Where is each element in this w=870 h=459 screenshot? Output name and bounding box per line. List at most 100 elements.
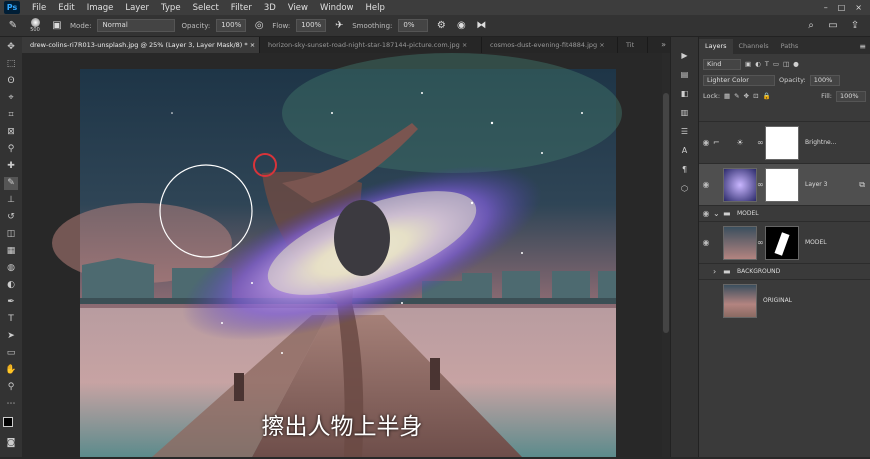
layer-row[interactable]: ORIGINAL (699, 279, 870, 321)
visibility-eye-icon[interactable]: ◉ (699, 238, 713, 247)
crop-tool-icon[interactable]: ⌗ (4, 109, 18, 122)
move-tool-icon[interactable]: ✥ (4, 41, 18, 54)
marquee-tool-icon[interactable]: ⬚ (4, 58, 18, 71)
quick-mask-icon[interactable]: ◙ (4, 437, 18, 450)
menu-filter[interactable]: Filter (225, 3, 258, 13)
brush-settings-icon[interactable]: ▣ (50, 19, 64, 33)
dodge-tool-icon[interactable]: ◐ (4, 279, 18, 292)
pen-tool-icon[interactable]: ✒ (4, 296, 18, 309)
filter-toggle-icon[interactable]: ● (793, 60, 799, 68)
adjustment-filter-icon[interactable]: ◐ (755, 60, 761, 68)
menu-select[interactable]: Select (187, 3, 225, 13)
properties-icon[interactable]: ☰ (681, 127, 688, 136)
opacity-field[interactable]: 100% (216, 19, 247, 32)
menu-3d[interactable]: 3D (258, 3, 282, 13)
symmetry-icon[interactable]: ⧓ (474, 19, 488, 33)
play-icon[interactable]: ▶ (681, 51, 687, 60)
lasso-tool-icon[interactable]: ʘ (4, 75, 18, 88)
eraser-tool-icon[interactable]: ◫ (4, 228, 18, 241)
layer-thumbnail[interactable] (723, 225, 757, 260)
eyedropper-tool-icon[interactable]: ⚲ (4, 143, 18, 156)
path-select-tool-icon[interactable]: ➤ (4, 330, 18, 343)
mask-thumbnail[interactable] (765, 125, 799, 160)
paragraph-icon[interactable]: ¶ (682, 165, 687, 174)
shape-filter-icon[interactable]: ▭ (773, 60, 779, 68)
pressure-opacity-icon[interactable]: ◎ (252, 19, 266, 33)
history-icon[interactable]: ▤ (681, 70, 689, 79)
layer-row[interactable]: ◉ ∞ MODEL (699, 221, 870, 263)
lock-move-icon[interactable]: ✥ (744, 92, 749, 100)
foreground-color-swatch[interactable] (3, 417, 13, 427)
group-row[interactable]: ◉ ⌄ ▬ MODEL (699, 205, 870, 221)
frame-tool-icon[interactable]: ⊠ (4, 126, 18, 139)
tab-cosmos-dust[interactable]: cosmos-dust-evening-fit4884.jpg × (482, 37, 618, 53)
tab-layers[interactable]: Layers (699, 39, 733, 54)
close-icon[interactable]: × (250, 41, 255, 49)
group-row[interactable]: › ▬ BACKGROUND (699, 263, 870, 279)
scrollbar-thumb[interactable] (663, 93, 669, 333)
layer-thumbnail[interactable] (723, 283, 757, 318)
brush-tool-icon[interactable]: ✎ (4, 177, 18, 190)
image-filter-icon[interactable]: ▣ (745, 60, 751, 68)
close-icon[interactable]: × (855, 3, 862, 12)
mask-thumbnail[interactable] (765, 167, 799, 202)
menu-window[interactable]: Window (314, 3, 360, 13)
tab-drew-colins[interactable]: drew-colins-ri7R013-unsplash.jpg @ 25% (… (22, 37, 260, 53)
share-icon[interactable]: ⇪ (848, 19, 862, 33)
lock-pixels-icon[interactable]: ▦ (724, 92, 730, 100)
close-icon[interactable]: × (462, 41, 467, 49)
zoom-tool-icon[interactable]: ⚲ (4, 381, 18, 394)
layer-opacity-field[interactable]: 100% (809, 74, 840, 86)
hand-tool-icon[interactable]: ✋ (4, 364, 18, 377)
menu-help[interactable]: Help (360, 3, 391, 13)
filter-kind-select[interactable]: Kind (703, 58, 741, 70)
document-canvas[interactable] (22, 53, 662, 457)
workspace-icon[interactable]: ▭ (826, 19, 840, 33)
lock-all-icon[interactable]: 🔒 (763, 92, 771, 100)
layer-thumbnail[interactable] (723, 167, 757, 202)
vertical-scrollbar[interactable] (662, 53, 670, 457)
brush-tool-icon[interactable]: ✎ (6, 19, 20, 33)
healing-tool-icon[interactable]: ✚ (4, 160, 18, 173)
shape-tool-icon[interactable]: ▭ (4, 347, 18, 360)
smoothing-settings-icon[interactable]: ⚙ (434, 19, 448, 33)
layer-row[interactable]: ◉ ⌐ ☀ ∞ Brightne... (699, 121, 870, 163)
lock-artboard-icon[interactable]: ⊡ (753, 92, 758, 100)
stamp-tool-icon[interactable]: ⊥ (4, 194, 18, 207)
canvas-area[interactable]: 擦出人物上半身 (22, 53, 662, 457)
flow-field[interactable]: 100% (296, 19, 327, 32)
chevron-right-icon[interactable]: › (713, 267, 723, 276)
lock-paint-icon[interactable]: ✎ (734, 92, 739, 100)
character-icon[interactable]: A (682, 146, 687, 155)
quick-select-tool-icon[interactable]: ⌖ (4, 92, 18, 105)
visibility-eye-icon[interactable]: ◉ (699, 138, 713, 147)
menu-type[interactable]: Type (155, 3, 187, 13)
airbrush-icon[interactable]: ✈ (332, 19, 346, 33)
brush-preset-picker[interactable]: 500 (26, 18, 44, 33)
panel-menu-icon[interactable]: ≡ (855, 39, 870, 54)
mask-thumbnail[interactable] (765, 225, 799, 260)
gradient-tool-icon[interactable]: ▦ (4, 245, 18, 258)
history-brush-tool-icon[interactable]: ↺ (4, 211, 18, 224)
menu-image[interactable]: Image (81, 3, 120, 13)
menu-layer[interactable]: Layer (119, 3, 155, 13)
type-tool-icon[interactable]: T (4, 313, 18, 326)
maximize-icon[interactable]: □ (838, 3, 846, 12)
styles-icon[interactable]: ▥ (681, 108, 689, 117)
adjustments-icon[interactable]: ◧ (681, 89, 689, 98)
mode-select[interactable]: Normal (97, 19, 176, 32)
chevron-down-icon[interactable]: ⌄ (713, 209, 723, 218)
type-filter-icon[interactable]: T (765, 60, 769, 68)
visibility-eye-icon[interactable]: ◉ (699, 209, 713, 218)
close-icon[interactable]: × (599, 41, 604, 49)
fill-field[interactable]: 100% (836, 90, 866, 102)
tab-paths[interactable]: Paths (775, 39, 805, 54)
cube-icon[interactable]: ⬡ (681, 184, 688, 193)
tab-overflow[interactable]: Tit (618, 37, 648, 53)
smoothing-field[interactable]: 0% (398, 19, 429, 32)
tab-overflow-icon[interactable]: » (657, 37, 670, 53)
blend-mode-select[interactable]: Lighter Color (703, 74, 775, 86)
menu-file[interactable]: File (26, 3, 52, 13)
layer-row-selected[interactable]: ◉ ∞ Layer 3 ⧉ (699, 163, 870, 205)
color-swatches[interactable] (3, 417, 19, 433)
